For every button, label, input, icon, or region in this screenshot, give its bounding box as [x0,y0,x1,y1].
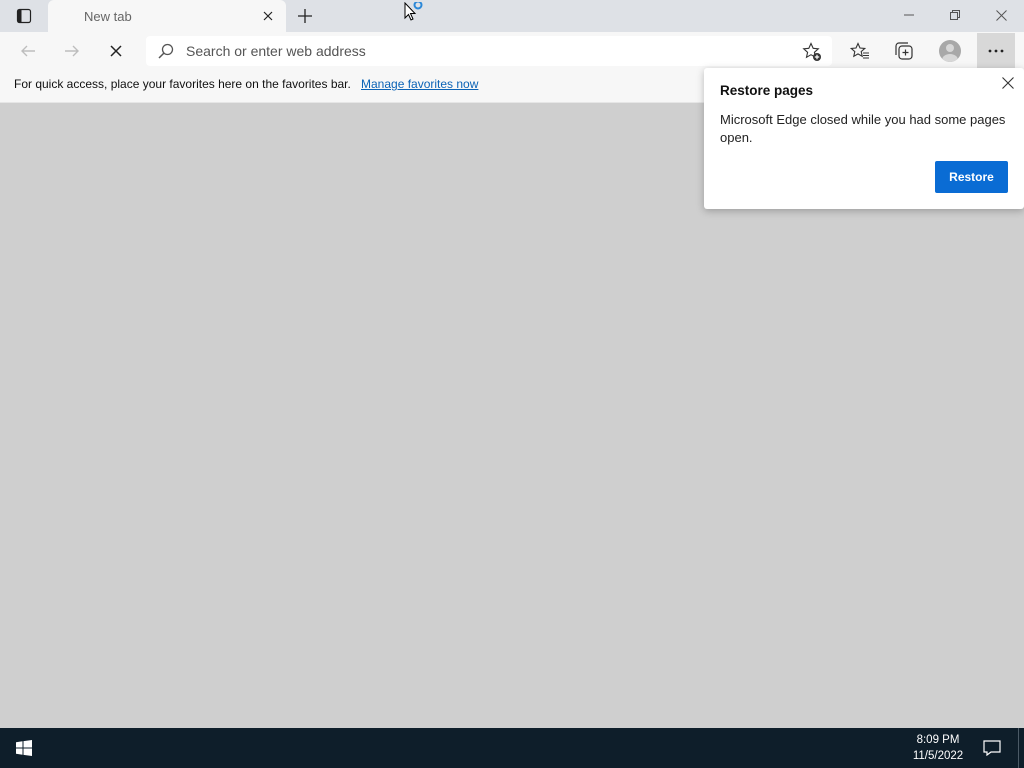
restore-button[interactable]: Restore [935,161,1008,193]
tab-actions-button[interactable] [8,4,40,28]
close-icon [995,9,1007,21]
restore-icon [950,10,960,20]
clock-date: 11/5/2022 [912,750,964,762]
collections-button[interactable] [888,35,920,67]
start-button[interactable] [0,728,48,768]
notification-icon [983,740,1001,756]
tab-close-button[interactable] [260,8,276,24]
profile-button[interactable] [934,35,966,67]
forward-button[interactable] [56,35,88,67]
title-bar: New tab [0,0,1024,32]
close-icon [263,11,273,21]
minimize-button[interactable] [886,0,932,30]
search-icon [158,43,174,59]
tab-actions-icon [16,8,32,24]
minimize-icon [904,14,914,16]
navigation-toolbar [0,32,1024,70]
tab-new-tab[interactable]: New tab [48,0,286,32]
back-button[interactable] [12,35,44,67]
address-input[interactable] [186,36,786,66]
profile-icon [939,40,961,62]
back-arrow-icon [21,45,35,57]
dialog-title: Restore pages [720,83,814,98]
favorites-icon [850,42,869,59]
plus-icon [298,9,312,23]
system-clock[interactable]: 8:09 PM 11/5/2022 [900,732,976,764]
taskbar: 8:09 PM 11/5/2022 [0,728,1024,768]
forward-arrow-icon [65,45,79,57]
add-favorite-button[interactable] [800,40,824,64]
collections-icon [895,42,913,60]
address-bar[interactable] [146,36,832,66]
action-center-button[interactable] [978,734,1006,762]
manage-favorites-link[interactable]: Manage favorites now [361,77,478,91]
cursor-icon [404,2,423,21]
new-tab-button[interactable] [293,4,317,28]
clock-time: 8:09 PM [916,734,960,746]
close-window-button[interactable] [978,0,1024,30]
restore-pages-dialog: Restore pages Microsoft Edge closed whil… [704,68,1024,209]
dialog-close-button[interactable] [998,73,1018,93]
stop-icon [110,45,122,57]
show-desktop-button[interactable] [1018,728,1019,768]
close-icon [1002,77,1014,89]
favorites-button[interactable] [844,35,876,67]
tab-title: New tab [84,9,132,24]
stop-loading-button[interactable] [100,35,132,67]
windows-logo-icon [16,740,32,756]
restore-window-button[interactable] [932,0,978,30]
settings-and-more-button[interactable] [977,33,1015,69]
dialog-message: Microsoft Edge closed while you had some… [720,112,1006,145]
more-icon [988,49,1004,53]
favorites-bar-message: For quick access, place your favorites h… [14,77,351,91]
add-favorite-icon [802,42,821,61]
